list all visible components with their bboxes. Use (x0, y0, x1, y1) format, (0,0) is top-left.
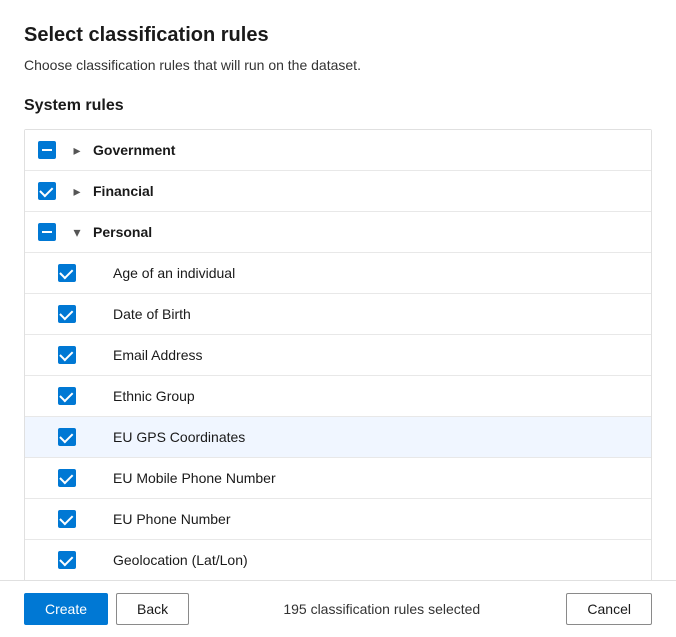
create-button[interactable]: Create (24, 593, 108, 625)
rule-label-ethnic-group: Ethnic Group (113, 388, 195, 404)
rule-row-date-of-birth[interactable]: Date of Birth (25, 294, 651, 335)
rule-label-age-of-individual: Age of an individual (113, 265, 235, 281)
rule-label-date-of-birth: Date of Birth (113, 306, 191, 322)
checkbox-eu-phone-number[interactable] (57, 509, 77, 529)
checkbox-email-address[interactable] (57, 345, 77, 365)
rule-row-ethnic-group[interactable]: Ethnic Group (25, 376, 651, 417)
rule-row-email-address[interactable]: Email Address (25, 335, 651, 376)
rule-label-personal: Personal (93, 224, 152, 240)
checkbox-age-of-individual[interactable] (57, 263, 77, 283)
rule-label-geolocation: Geolocation (Lat/Lon) (113, 552, 248, 568)
expand-icon-financial[interactable]: ▸ (67, 181, 87, 201)
checkbox-eu-gps-coordinates[interactable] (57, 427, 77, 447)
rule-row-eu-gps-coordinates[interactable]: EU GPS Coordinates (25, 417, 651, 458)
checkbox-geolocation[interactable] (57, 550, 77, 570)
footer: Create Back 195 classification rules sel… (0, 580, 676, 637)
rule-label-eu-mobile-phone-number: EU Mobile Phone Number (113, 470, 276, 486)
collapse-icon-personal[interactable]: ▾ (67, 222, 87, 242)
rule-row-eu-phone-number[interactable]: EU Phone Number (25, 499, 651, 540)
rule-row-government[interactable]: ▸ Government (25, 130, 651, 171)
page-title: Select classification rules (24, 24, 652, 47)
page-description: Choose classification rules that will ru… (24, 57, 652, 73)
checkbox-eu-mobile-phone-number[interactable] (57, 468, 77, 488)
rule-label-government: Government (93, 142, 175, 158)
rule-row-financial[interactable]: ▸ Financial (25, 171, 651, 212)
expand-icon-government[interactable]: ▸ (67, 140, 87, 160)
rule-row-geolocation[interactable]: Geolocation (Lat/Lon) (25, 540, 651, 580)
rule-list: ▸ Government ▸ Financial ▾ Personal Age of an … (24, 129, 652, 580)
rule-label-email-address: Email Address (113, 347, 202, 363)
rule-row-age-of-individual[interactable]: Age of an individual (25, 253, 651, 294)
status-text: 195 classification rules selected (197, 601, 566, 617)
section-title: System rules (24, 97, 652, 115)
back-button[interactable]: Back (116, 593, 189, 625)
checkbox-government[interactable] (37, 140, 57, 160)
rule-label-eu-phone-number: EU Phone Number (113, 511, 231, 527)
rule-label-eu-gps-coordinates: EU GPS Coordinates (113, 429, 245, 445)
rule-label-financial: Financial (93, 183, 154, 199)
rule-row-personal[interactable]: ▾ Personal (25, 212, 651, 253)
checkbox-date-of-birth[interactable] (57, 304, 77, 324)
rule-row-eu-mobile-phone-number[interactable]: EU Mobile Phone Number (25, 458, 651, 499)
checkbox-financial[interactable] (37, 181, 57, 201)
checkbox-ethnic-group[interactable] (57, 386, 77, 406)
cancel-button[interactable]: Cancel (566, 593, 652, 625)
checkbox-personal[interactable] (37, 222, 57, 242)
main-content: Select classification rules Choose class… (0, 0, 676, 580)
